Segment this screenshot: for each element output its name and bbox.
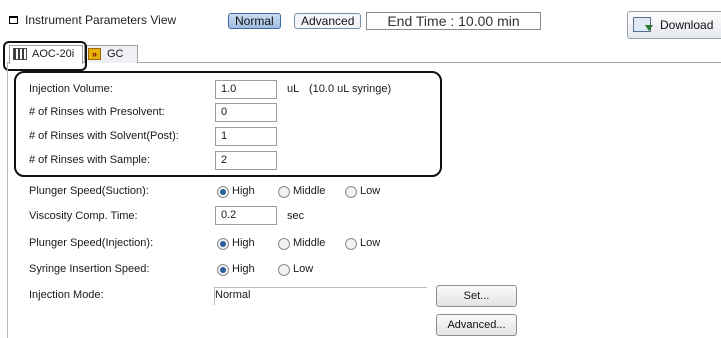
rinses-sample-label: # of Rinses with Sample:: [29, 154, 151, 166]
advanced-mode-button[interactable]: Advanced: [294, 13, 362, 29]
syringe-insertion-low-radio[interactable]: [278, 264, 290, 276]
plunger-injection-high-label: High: [232, 237, 255, 249]
plunger-injection-high-radio[interactable]: [217, 238, 229, 250]
viscosity-comp-unit: sec: [287, 210, 305, 222]
syringe-size-note: (10.0 uL syringe): [309, 83, 392, 95]
rinses-solvent-post-label: # of Rinses with Solvent(Post):: [29, 130, 179, 142]
plunger-suction-middle-radio[interactable]: [278, 186, 290, 198]
syringe-insertion-label: Syringe Insertion Speed:: [29, 263, 150, 275]
injection-mode-label: Injection Mode:: [29, 289, 104, 301]
plunger-injection-label: Plunger Speed(Injection):: [29, 237, 154, 249]
tab-gc-label: GC: [107, 48, 124, 60]
panel-icon: [9, 16, 18, 24]
syringe-insertion-high-radio[interactable]: [217, 264, 229, 276]
rinses-solvent-post-input[interactable]: 1: [215, 127, 277, 146]
set-button[interactable]: Set...: [436, 285, 517, 307]
plunger-suction-low-label: Low: [360, 185, 381, 197]
panel-title: Instrument Parameters View: [25, 13, 177, 27]
normal-mode-button[interactable]: Normal: [228, 13, 281, 29]
syringe-insertion-low-label: Low: [293, 263, 314, 275]
end-time-display: End Time : 10.00 min: [366, 12, 541, 30]
injection-volume-label: Injection Volume:: [29, 83, 113, 95]
viscosity-comp-label: Viscosity Comp. Time:: [29, 210, 138, 222]
plunger-injection-middle-label: Middle: [293, 237, 326, 249]
advanced-settings-button[interactable]: Advanced...: [436, 314, 517, 336]
injection-mode-field-top: [214, 287, 427, 288]
syringe-insertion-high-label: High: [232, 263, 255, 275]
injection-volume-input[interactable]: 1.0: [215, 80, 277, 99]
injection-mode-value: Normal: [215, 289, 251, 301]
injection-volume-unit: uL: [287, 83, 300, 95]
content-left-border: [7, 63, 8, 338]
rinses-sample-input[interactable]: 2: [215, 151, 277, 170]
plunger-suction-high-label: High: [232, 185, 255, 197]
plunger-suction-low-radio[interactable]: [345, 186, 357, 198]
gc-icon: »: [88, 48, 101, 60]
plunger-suction-high-radio[interactable]: [217, 186, 229, 198]
plunger-suction-label: Plunger Speed(Suction):: [29, 185, 149, 197]
plunger-injection-low-radio[interactable]: [345, 238, 357, 250]
tab-highlight-callout: [3, 41, 87, 71]
rinses-presolvent-label: # of Rinses with Presolvent:: [29, 106, 165, 118]
download-arrow-icon: [645, 25, 653, 31]
plunger-injection-middle-radio[interactable]: [278, 238, 290, 250]
plunger-injection-low-label: Low: [360, 237, 381, 249]
plunger-suction-middle-label: Middle: [293, 185, 326, 197]
viscosity-comp-input[interactable]: 0.2: [215, 206, 277, 225]
rinses-presolvent-input[interactable]: 0: [215, 103, 277, 122]
